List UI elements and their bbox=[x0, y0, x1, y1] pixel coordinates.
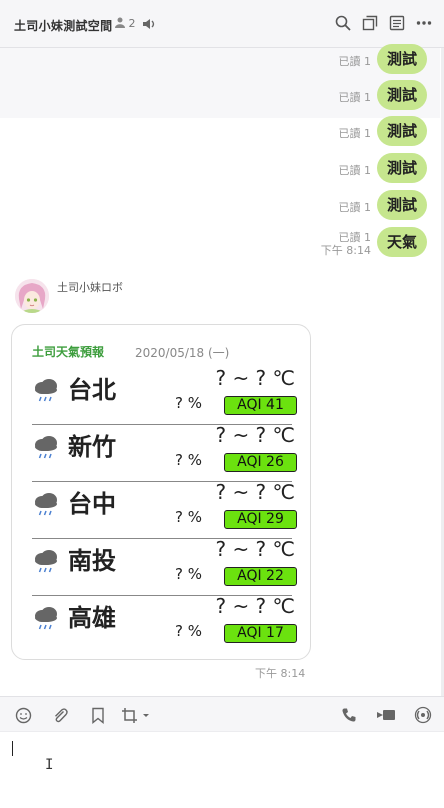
member-count-value: 2 bbox=[128, 17, 136, 30]
card-title: 土司天氣預報 bbox=[32, 345, 105, 359]
phone-icon[interactable] bbox=[340, 706, 358, 724]
member-count[interactable]: 2 bbox=[115, 17, 136, 30]
rain-cloud-icon bbox=[35, 493, 57, 516]
crop-icon[interactable] bbox=[121, 706, 151, 724]
chat-title: 土司小妹測試空間 bbox=[14, 19, 113, 33]
bot-name: 土司小妹ロボ bbox=[57, 281, 123, 294]
live-icon[interactable] bbox=[414, 706, 432, 724]
city-row: 高雄 ? ~ ? ℃ ? % AQI 17 bbox=[32, 594, 297, 650]
notes-icon[interactable] bbox=[388, 14, 406, 32]
read-status: 已讀 1 bbox=[338, 127, 371, 140]
temperature: ? ~ ? ℃ bbox=[215, 423, 295, 447]
card-time: 下午 8:14 bbox=[255, 667, 306, 680]
temperature: ? ~ ? ℃ bbox=[215, 480, 295, 504]
rain-probability: ? % bbox=[175, 394, 202, 412]
attachment-icon[interactable] bbox=[51, 706, 69, 724]
message-row: 已讀 1 測試 bbox=[338, 116, 427, 146]
rain-cloud-icon bbox=[35, 550, 57, 573]
bot-avatar[interactable] bbox=[15, 279, 49, 313]
message-input[interactable] bbox=[0, 732, 444, 808]
read-status: 已讀 1 bbox=[338, 201, 371, 214]
message-row: 已讀 1 測試 bbox=[338, 190, 427, 220]
read-status: 已讀 1 bbox=[338, 91, 371, 104]
speaker-icon[interactable] bbox=[140, 15, 158, 33]
aqi-badge: AQI 22 bbox=[224, 567, 297, 586]
message-bubble[interactable]: 測試 bbox=[376, 190, 427, 220]
more-icon[interactable] bbox=[415, 14, 433, 32]
message-row: 已讀 1 測試 bbox=[338, 44, 427, 74]
video-icon[interactable] bbox=[376, 706, 396, 724]
rain-cloud-icon bbox=[35, 379, 57, 402]
read-status: 已讀 1 下午 8:14 bbox=[320, 231, 371, 257]
message-bubble[interactable]: 天氣 bbox=[376, 227, 427, 257]
emoji-icon[interactable] bbox=[14, 706, 32, 724]
rain-probability: ? % bbox=[175, 565, 202, 583]
temperature: ? ~ ? ℃ bbox=[215, 366, 295, 390]
message-row: 已讀 1 測試 bbox=[338, 153, 427, 183]
city-name: 新竹 bbox=[68, 433, 116, 461]
rain-probability: ? % bbox=[175, 622, 202, 640]
message-bubble[interactable]: 測試 bbox=[376, 153, 427, 183]
input-toolbar bbox=[0, 696, 444, 732]
card-date: 2020/05/18 (一) bbox=[135, 346, 230, 360]
message-row: 已讀 1 測試 bbox=[338, 80, 427, 110]
message-bubble[interactable]: 測試 bbox=[376, 116, 427, 146]
rain-cloud-icon bbox=[35, 436, 57, 459]
city-row: 台中 ? ~ ? ℃ ? % AQI 29 bbox=[32, 480, 297, 536]
city-name: 台北 bbox=[68, 376, 116, 404]
city-name: 台中 bbox=[68, 490, 116, 518]
aqi-badge: AQI 17 bbox=[224, 624, 297, 643]
city-row: 南投 ? ~ ? ℃ ? % AQI 22 bbox=[32, 537, 297, 593]
city-name: 南投 bbox=[68, 547, 116, 575]
aqi-badge: AQI 26 bbox=[224, 453, 297, 472]
city-name: 高雄 bbox=[68, 604, 116, 632]
person-icon bbox=[115, 17, 125, 28]
aqi-badge: AQI 29 bbox=[224, 510, 297, 529]
bookmark-icon[interactable] bbox=[89, 706, 107, 724]
aqi-badge: AQI 41 bbox=[224, 396, 297, 415]
chat-header: 土司小妹測試空間 2 bbox=[0, 0, 444, 48]
read-status: 已讀 1 bbox=[338, 55, 371, 68]
weather-card[interactable]: 土司天氣預報 2020/05/18 (一) 台北 ? ~ ? ℃ ? % AQI… bbox=[11, 324, 311, 660]
read-status: 已讀 1 bbox=[338, 164, 371, 177]
copy-icon[interactable] bbox=[361, 14, 379, 32]
message-bubble[interactable]: 測試 bbox=[376, 44, 427, 74]
rain-probability: ? % bbox=[175, 508, 202, 526]
text-caret bbox=[12, 741, 13, 756]
city-row: 台北 ? ~ ? ℃ ? % AQI 41 bbox=[32, 366, 297, 422]
message-time: 下午 8:14 bbox=[320, 244, 371, 257]
city-row: 新竹 ? ~ ? ℃ ? % AQI 26 bbox=[32, 423, 297, 479]
rain-probability: ? % bbox=[175, 451, 202, 469]
text-cursor-icon: I bbox=[45, 757, 54, 773]
message-bubble[interactable]: 測試 bbox=[376, 80, 427, 110]
temperature: ? ~ ? ℃ bbox=[215, 537, 295, 561]
temperature: ? ~ ? ℃ bbox=[215, 594, 295, 618]
message-row: 已讀 1 下午 8:14 天氣 bbox=[321, 227, 427, 257]
rain-cloud-icon bbox=[35, 607, 57, 630]
search-icon[interactable] bbox=[334, 14, 352, 32]
